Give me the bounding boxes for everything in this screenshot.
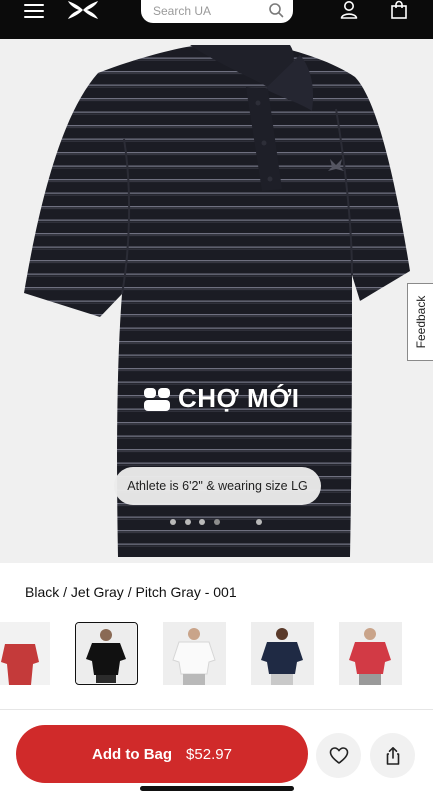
add-to-bag-label: Add to Bag xyxy=(92,745,173,763)
wishlist-button[interactable] xyxy=(316,733,361,778)
swatch-image xyxy=(0,622,50,685)
carousel-dot[interactable] xyxy=(214,519,220,525)
watermark: CHỢ MỚI xyxy=(142,383,300,414)
feedback-label: Feedback xyxy=(413,295,428,349)
athlete-size-info: Athlete is 6'2" & wearing size LG xyxy=(114,467,321,505)
product-image-carousel[interactable]: Feedback CHỢ MỚI Athlete is 6'2" & weari… xyxy=(0,39,433,563)
search-icon[interactable] xyxy=(268,2,284,18)
swatch-image xyxy=(76,623,136,683)
color-swatch-pink-red[interactable] xyxy=(339,622,402,685)
watermark-logo-icon xyxy=(144,387,170,411)
color-swatch-navy[interactable] xyxy=(251,622,314,685)
bag-icon[interactable] xyxy=(389,0,409,20)
color-swatch-black[interactable] xyxy=(75,622,138,685)
carousel-dot[interactable] xyxy=(199,519,205,525)
under-armour-logo[interactable] xyxy=(66,0,100,20)
share-button[interactable] xyxy=(370,733,415,778)
carousel-indicator xyxy=(170,519,270,527)
search-input[interactable] xyxy=(153,3,263,19)
watermark-text: CHỢ MỚI xyxy=(178,383,300,413)
carousel-dot[interactable] xyxy=(185,519,191,525)
product-price: $52.97 xyxy=(186,745,232,763)
selected-color-name: Black / Jet Gray / Pitch Gray - 001 xyxy=(25,584,237,600)
add-to-bag-button[interactable]: Add to Bag $52.97 xyxy=(16,725,308,783)
color-swatch-red[interactable] xyxy=(0,622,50,685)
bottom-bar-divider xyxy=(0,709,433,710)
swatch-image xyxy=(339,622,402,685)
carousel-dot[interactable] xyxy=(256,519,262,525)
feedback-tab[interactable]: Feedback xyxy=(407,283,433,361)
swatch-image xyxy=(251,622,314,685)
home-indicator xyxy=(140,786,294,791)
swatch-image xyxy=(163,622,226,685)
account-icon[interactable] xyxy=(339,0,359,20)
color-swatch-white[interactable] xyxy=(163,622,226,685)
heart-icon xyxy=(329,746,348,764)
top-nav-bar xyxy=(0,0,433,39)
share-icon xyxy=(386,746,399,765)
search-bar[interactable] xyxy=(141,0,293,23)
carousel-dot[interactable] xyxy=(170,519,176,525)
menu-icon[interactable] xyxy=(24,4,44,20)
